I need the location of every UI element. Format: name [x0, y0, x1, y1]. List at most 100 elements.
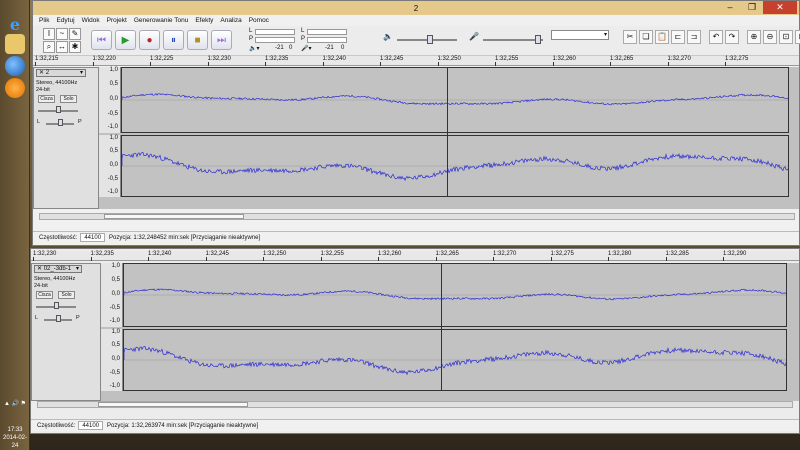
pause-button[interactable]: ⏸	[163, 30, 184, 50]
output-volume-slider[interactable]	[427, 35, 433, 44]
tools-toolbar: I ~ ✎ ⌕ ↔ ✱	[43, 28, 81, 53]
track-name-menu[interactable]: ✕ 02_-3db-1 ▾	[34, 265, 82, 273]
menu-plik[interactable]: Plik	[39, 17, 49, 24]
rate-label: Częstotliwość:	[37, 422, 76, 429]
selection-tool-icon[interactable]: I	[43, 28, 55, 40]
meter-toolbar: L P L P 🔈▾ -21 0 🎤▾ -21 0	[249, 28, 369, 54]
horizontal-scrollbar[interactable]	[39, 213, 795, 220]
skip-start-button[interactable]: ⏮	[91, 30, 112, 50]
clock-date: 2014-02-24	[2, 435, 28, 449]
track-close-icon[interactable]: ✕	[39, 70, 44, 76]
ruler-tick: 1:32,250	[437, 56, 461, 66]
menu-pomoc[interactable]: Pomoc	[249, 17, 269, 24]
horizontal-scrollbar[interactable]	[37, 401, 793, 408]
menu-projekt[interactable]: Projekt	[107, 17, 127, 24]
envelope-tool-icon[interactable]: ~	[56, 28, 68, 40]
close-button[interactable]: ✕	[763, 1, 797, 14]
track-close-icon[interactable]: ✕	[37, 266, 42, 272]
mute-button[interactable]: Cisza	[36, 291, 53, 299]
play-button[interactable]: ▶	[115, 30, 136, 50]
minimize-button[interactable]: –	[719, 1, 741, 14]
pan-left-label: L	[35, 315, 39, 321]
maximize-button[interactable]: ❐	[741, 1, 763, 14]
paste-icon[interactable]: 📋	[655, 30, 669, 44]
menu-widok[interactable]: Widok	[82, 17, 100, 24]
status-position: Pozycja: 1:32,263974 min:sek [Przyciągan…	[107, 422, 259, 429]
ruler-tick: 1:32,235	[265, 56, 289, 66]
clock[interactable]: 17:33 2014-02-24	[0, 426, 30, 450]
ie-icon[interactable]: e	[5, 14, 25, 34]
undo-icon[interactable]: ↶	[709, 30, 723, 44]
pan-slider[interactable]	[56, 315, 61, 322]
cut-icon[interactable]: ✂	[623, 30, 637, 44]
microphone-icon: 🎤	[469, 32, 479, 41]
device-dropdown[interactable]: ▾	[551, 30, 609, 40]
waveform-right-channel[interactable]	[121, 135, 789, 197]
pan-slider[interactable]	[58, 119, 63, 126]
vertical-scale-left[interactable]: 1,0 0,5 0,0 -0,5 -1,0	[101, 263, 123, 327]
menu-efekty[interactable]: Efekty	[195, 17, 213, 24]
record-meter-right[interactable]	[307, 37, 347, 43]
trim-icon[interactable]: ⊏	[671, 30, 685, 44]
zoom-out-icon[interactable]: ⊖	[763, 30, 777, 44]
ruler-tick: 1:32,270	[493, 251, 517, 261]
system-tray[interactable]: ▲ 🔊 ⚑	[2, 400, 28, 407]
menu-generowanie[interactable]: Generowanie Tonu	[134, 17, 188, 24]
playback-meter-right[interactable]	[255, 37, 295, 43]
audacity-icon[interactable]	[5, 78, 25, 98]
track-name-menu[interactable]: ✕ 2 ▾	[36, 69, 86, 77]
title-bar[interactable]: 2 – ❐ ✕	[33, 1, 799, 15]
zoom-fit-icon[interactable]: ⊞	[795, 30, 800, 44]
timeshift-tool-icon[interactable]: ↔	[56, 41, 68, 53]
stop-button[interactable]: ■	[187, 30, 208, 50]
taskbar: e ▲ 🔊 ⚑ 17:33 2014-02-24	[0, 0, 30, 450]
mic-meter-icon: 🎤▾	[301, 46, 312, 52]
vertical-scale-right[interactable]: 1,0 0,5 0,0 -0,5 -1,0	[101, 329, 123, 391]
menu-edytuj[interactable]: Edytuj	[56, 17, 74, 24]
ruler-tick: 1:32,230	[33, 251, 57, 261]
input-volume-slider[interactable]	[535, 35, 541, 44]
waveform-right-channel[interactable]	[123, 329, 787, 391]
toolbar: I ~ ✎ ⌕ ↔ ✱ ⏮ ▶ ● ⏸ ■ ⏭ L P L P 🔈▾ -21 0	[33, 26, 800, 56]
scrollbar-thumb[interactable]	[98, 402, 248, 407]
track-format: Stereo, 44100Hz	[36, 80, 78, 86]
gain-slider[interactable]	[54, 302, 59, 309]
menu-analiza[interactable]: Analiza	[220, 17, 241, 24]
ruler-tick: 1:32,265	[610, 56, 634, 66]
record-meter-left[interactable]	[307, 29, 347, 35]
folder-icon[interactable]	[5, 34, 25, 54]
globe-icon[interactable]	[5, 56, 25, 76]
record-button[interactable]: ●	[139, 30, 160, 50]
redo-icon[interactable]: ↷	[725, 30, 739, 44]
project-rate-field[interactable]: 44100	[78, 421, 104, 430]
draw-tool-icon[interactable]: ✎	[69, 28, 81, 40]
ruler-tick: 1:32,245	[205, 251, 229, 261]
scrollbar-thumb[interactable]	[104, 214, 244, 219]
input-volume-track[interactable]	[483, 39, 543, 41]
playback-meter-left[interactable]	[255, 29, 295, 35]
solo-button[interactable]: Solo	[60, 95, 77, 103]
vertical-scale-right[interactable]: 1,0 0,5 0,0 -0,5 -1,0	[99, 135, 121, 197]
mute-button[interactable]: Cisza	[38, 95, 55, 103]
timeline-ruler[interactable]: 1:32,215 1:32,220 1:32,225 1:32,230 1:32,235…	[33, 56, 799, 66]
waveform-left-channel[interactable]	[121, 67, 789, 133]
skip-end-button[interactable]: ⏭	[211, 30, 232, 50]
zoom-tool-icon[interactable]: ⌕	[43, 41, 55, 53]
speaker-icon: 🔈	[383, 32, 393, 41]
timeline-ruler[interactable]: 1:32,230 1:32,235 1:32,240 1:32,245 1:32,250…	[31, 251, 799, 261]
ruler-tick: 1:32,225	[150, 56, 174, 66]
solo-button[interactable]: Solo	[58, 291, 75, 299]
gain-slider[interactable]	[56, 106, 61, 113]
waveform-path	[122, 93, 788, 106]
waveform-left-channel[interactable]	[123, 263, 787, 327]
ruler-tick: 1:32,275	[725, 56, 749, 66]
zoom-in-icon[interactable]: ⊕	[747, 30, 761, 44]
zoom-sel-icon[interactable]: ⊡	[779, 30, 793, 44]
status-bar: Częstotliwość: 44100 Pozycja: 1:32,24845…	[33, 231, 799, 243]
project-rate-field[interactable]: 44100	[80, 233, 106, 242]
ruler-tick: 1:32,285	[665, 251, 689, 261]
copy-icon[interactable]: ❏	[639, 30, 653, 44]
vertical-scale-left[interactable]: 1,0 0,5 0,0 -0,5 -1,0	[99, 67, 121, 133]
silence-icon[interactable]: ⊐	[687, 30, 701, 44]
multi-tool-icon[interactable]: ✱	[69, 41, 81, 53]
